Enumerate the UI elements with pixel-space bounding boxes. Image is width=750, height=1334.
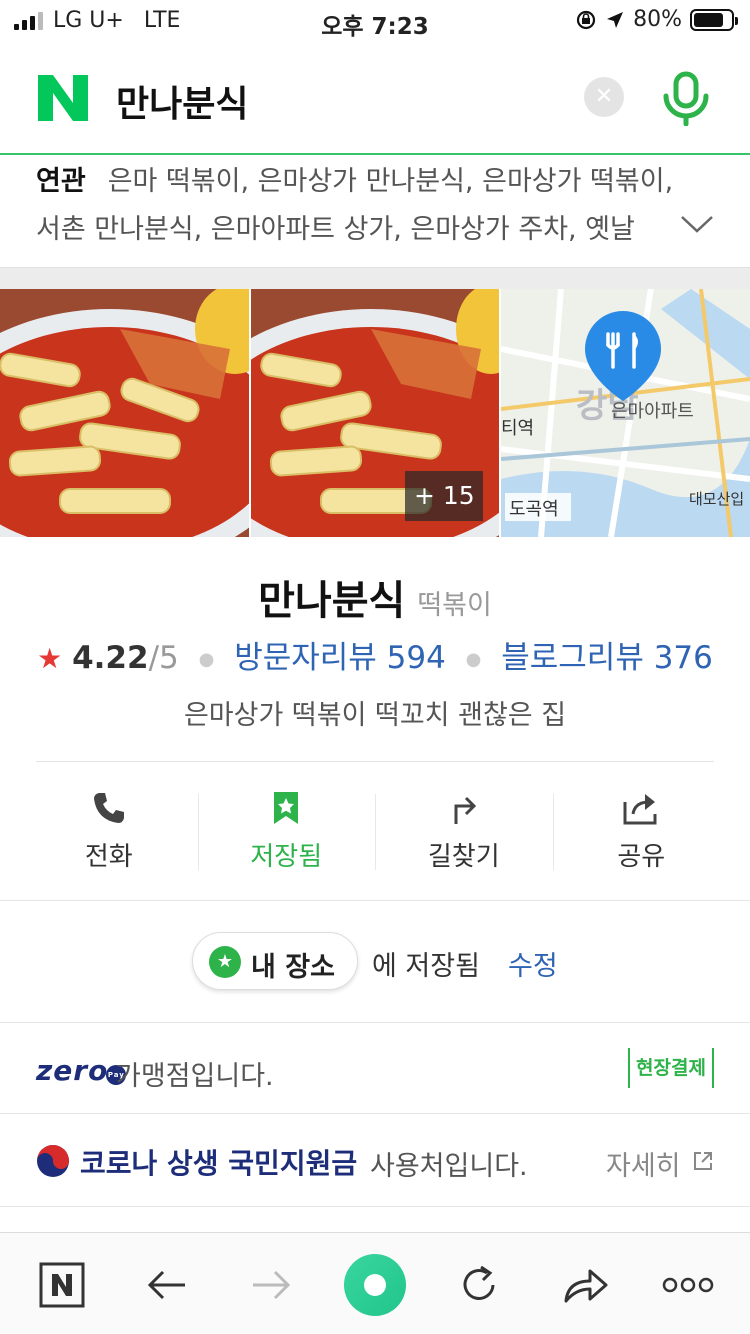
food-photo[interactable] bbox=[0, 289, 249, 537]
save-label: 저장됨 bbox=[250, 842, 323, 872]
more-icon bbox=[662, 1277, 714, 1293]
share-button[interactable]: 공유 bbox=[552, 788, 731, 878]
more-menu-button[interactable] bbox=[660, 1253, 716, 1317]
separator-dot: ● bbox=[198, 649, 215, 670]
saved-status-text: 에 저장됨 bbox=[372, 951, 480, 982]
rating-max: /5 bbox=[148, 640, 179, 676]
search-header: 만나분식 ✕ bbox=[0, 42, 750, 155]
map-apartment-label: 은마아파트 bbox=[611, 401, 694, 422]
reload-icon bbox=[463, 1265, 495, 1300]
related-searches: 연관 은마 떡볶이, 은마상가 만나분식, 은마상가 떡볶이, 서촌 만나분식, … bbox=[0, 157, 750, 267]
blog-reviews-link[interactable]: 블로그리뷰 376 bbox=[501, 640, 713, 676]
action-bar: 전화 저장됨 길찾기 공유 bbox=[20, 788, 730, 878]
chevron-down-icon[interactable] bbox=[680, 209, 714, 239]
status-bar: LG U+ LTE 오후 7:23 80% bbox=[0, 0, 750, 42]
clear-search-button[interactable]: ✕ bbox=[584, 77, 624, 117]
search-input[interactable]: 만나분식 bbox=[116, 75, 248, 127]
details-link[interactable]: 자세히 bbox=[606, 1144, 681, 1183]
map-station-label: 도곡역 bbox=[509, 499, 559, 520]
call-button[interactable]: 전화 bbox=[20, 788, 198, 878]
my-place-row: ★ 내 장소 에 저장됨 수정 bbox=[0, 930, 750, 994]
browser-toolbar bbox=[0, 1232, 750, 1334]
call-label: 전화 bbox=[84, 842, 133, 872]
rating-value: 4.22 bbox=[72, 640, 149, 676]
arrow-right-icon bbox=[253, 1270, 291, 1300]
divider bbox=[0, 900, 750, 901]
microphone-icon[interactable] bbox=[660, 70, 712, 126]
map-station-left-label: 티역 bbox=[501, 418, 534, 439]
star-icon: ★ bbox=[37, 642, 63, 675]
naver-n-icon bbox=[39, 1262, 85, 1308]
save-button[interactable]: 저장됨 bbox=[197, 788, 376, 878]
share-icon bbox=[623, 794, 657, 825]
edit-link[interactable]: 수정 bbox=[508, 944, 558, 983]
naver-logo-icon[interactable] bbox=[38, 75, 88, 121]
zero-pay-logo: zeroPay bbox=[36, 1054, 127, 1087]
corona-support-text: 사용처입니다. bbox=[370, 1151, 528, 1182]
back-button[interactable] bbox=[140, 1253, 194, 1317]
star-icon: ★ bbox=[209, 946, 241, 978]
external-link-icon[interactable] bbox=[692, 1150, 714, 1172]
food-photo[interactable]: + 15 bbox=[250, 289, 500, 537]
bookmark-star-icon bbox=[274, 792, 299, 824]
visitor-reviews-link[interactable]: 방문자리뷰 594 bbox=[234, 640, 446, 676]
battery-icon bbox=[690, 8, 738, 31]
place-name: 만나분식 bbox=[258, 578, 406, 624]
directions-button[interactable]: 길찾기 bbox=[375, 788, 553, 878]
divider bbox=[36, 761, 714, 762]
corona-support-title: 코로나 상생 국민지원금 bbox=[80, 1147, 358, 1180]
zero-pay-logo-text: zero bbox=[36, 1054, 109, 1087]
corona-support-row: 코로나 상생 국민지원금 사용처입니다. 자세히 bbox=[0, 1114, 750, 1206]
naver-home-button[interactable] bbox=[38, 1253, 86, 1317]
onsite-payment-badge: 현장결제 bbox=[628, 1048, 714, 1088]
related-terms-line2[interactable]: 서촌 만나분식, 은마아파트 상가, 은마상가 주차, 옛날 bbox=[36, 207, 661, 246]
close-icon: ✕ bbox=[594, 84, 614, 109]
more-photos-count[interactable]: + 15 bbox=[405, 471, 484, 521]
my-place-label: 내 장소 bbox=[251, 952, 335, 983]
battery-percent: 80% bbox=[633, 7, 682, 32]
separator-dot: ● bbox=[465, 649, 482, 670]
phone-icon bbox=[93, 793, 124, 823]
related-terms-line1[interactable]: 은마 떡볶이, 은마상가 만나분식, 은마상가 떡볶이, bbox=[108, 166, 673, 197]
rating-row: ★ 4.22/5 ● 방문자리뷰 594 ● 블로그리뷰 376 bbox=[0, 632, 750, 677]
place-category: 떡볶이 bbox=[417, 590, 492, 621]
section-divider bbox=[0, 267, 750, 289]
zero-pay-text: 가맹점입니다. bbox=[116, 1061, 274, 1092]
divider bbox=[0, 1022, 750, 1023]
reload-button[interactable] bbox=[452, 1253, 506, 1317]
directions-icon bbox=[454, 796, 476, 824]
zero-pay-row: zeroPay 가맹점입니다. 현장결제 bbox=[0, 1024, 750, 1112]
map-station-right-label: 대모산입 bbox=[689, 490, 744, 508]
share-label: 공유 bbox=[617, 842, 666, 872]
green-dot-button[interactable] bbox=[344, 1253, 406, 1317]
share-arrow-icon bbox=[564, 1269, 608, 1303]
place-title: 만나분식 떡볶이 bbox=[0, 568, 750, 626]
related-label: 연관 bbox=[36, 166, 86, 197]
arrow-left-icon bbox=[147, 1270, 185, 1300]
place-description: 은마상가 떡볶이 떡꼬치 괜찮은 집 bbox=[183, 700, 567, 731]
taegeuk-logo-icon bbox=[37, 1145, 69, 1177]
rotation-lock-icon bbox=[576, 10, 596, 29]
divider bbox=[0, 1206, 750, 1207]
map-thumbnail[interactable]: 강남 은마아파트 티역 도곡역 대모산입 bbox=[501, 289, 750, 537]
my-place-chip[interactable]: ★ 내 장소 bbox=[192, 932, 358, 990]
photo-strip: + 15 강남 은마아파트 티역 도곡역 대모산입 bbox=[0, 289, 750, 537]
directions-label: 길찾기 bbox=[427, 842, 500, 872]
share-page-button[interactable] bbox=[558, 1253, 612, 1317]
location-arrow-icon bbox=[607, 11, 624, 28]
forward-button[interactable] bbox=[244, 1253, 298, 1317]
green-dot-icon bbox=[344, 1254, 406, 1316]
